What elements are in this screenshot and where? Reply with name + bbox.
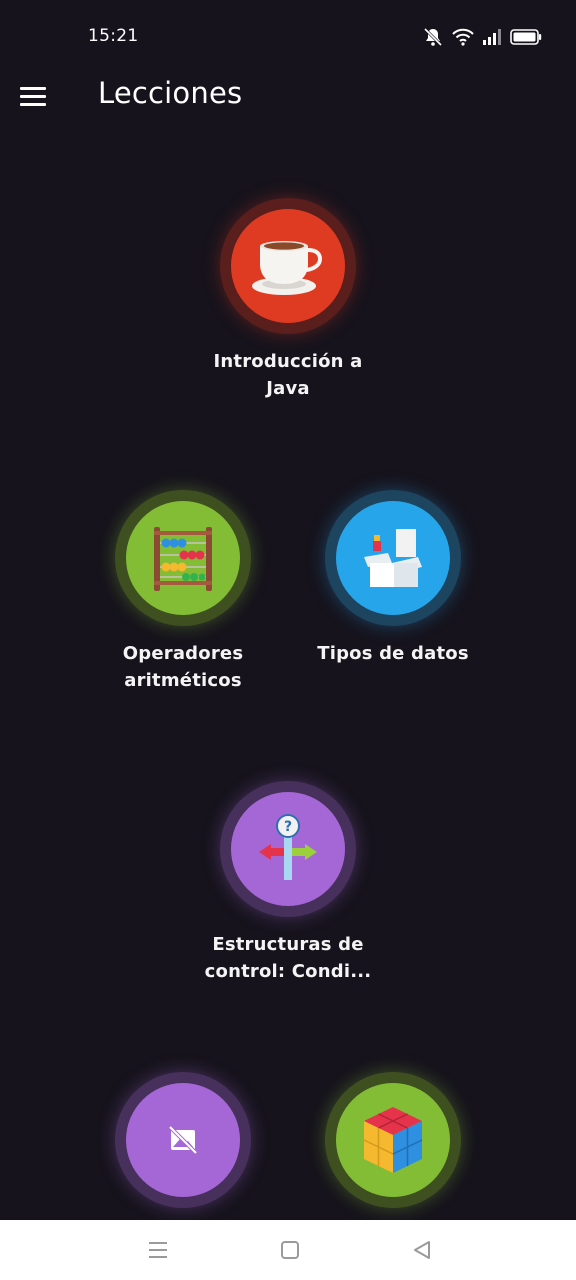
status-bar: 15:21 [0, 0, 576, 72]
abacus-icon [154, 527, 212, 591]
lesson-label-line2: Java [266, 378, 310, 399]
lesson-operadores-aritmeticos[interactable]: Operadores aritméticos [78, 490, 288, 694]
menu-line [20, 86, 46, 90]
lesson-circle [126, 501, 240, 615]
lessons-screen: 15:21 Lecciones Introducción a Java Oper… [0, 0, 576, 1280]
menu-line [20, 94, 46, 98]
image-off-icon [168, 1125, 198, 1155]
lesson-ring [220, 198, 356, 334]
wifi-icon [452, 28, 474, 46]
lesson-label-line1: Estructuras de [212, 934, 364, 955]
hamburger-menu-icon[interactable] [20, 78, 56, 114]
system-nav-bar [0, 1220, 576, 1280]
lesson-label: Tipos de datos [288, 640, 498, 667]
open-box-icon [364, 529, 422, 587]
app-bar: Lecciones [0, 72, 576, 124]
svg-text:?: ? [284, 819, 292, 835]
lesson-label-line1: Introducción a [213, 351, 363, 372]
lesson-label-line2: control: Condi... [204, 961, 372, 982]
lesson-ring [325, 1072, 461, 1208]
lesson-label: Estructuras de control: Condi... [183, 931, 393, 985]
status-time: 15:21 [88, 26, 139, 46]
lesson-circle [336, 1083, 450, 1197]
recents-icon[interactable] [146, 1238, 170, 1262]
lesson-tipos-de-datos[interactable]: Tipos de datos [288, 490, 498, 667]
lesson-circle [126, 1083, 240, 1197]
signal-icon [483, 29, 501, 45]
lesson-label: Operadores aritméticos [78, 640, 288, 694]
lesson-label: Introducción a Java [183, 348, 393, 402]
lesson-introduccion-java[interactable]: Introducción a Java [183, 198, 393, 402]
signpost-question-icon: ? [259, 814, 317, 880]
status-icons [422, 26, 542, 48]
coffee-cup-icon [252, 241, 323, 295]
lesson-item-5[interactable] [78, 1072, 288, 1222]
lesson-label-line1: Tipos de datos [317, 643, 469, 664]
lesson-circle [231, 209, 345, 323]
lesson-circle [336, 501, 450, 615]
lesson-item-6[interactable] [288, 1072, 498, 1222]
lesson-ring [115, 1072, 251, 1208]
lesson-ring [325, 490, 461, 626]
lesson-ring: ? [220, 781, 356, 917]
back-icon[interactable] [410, 1238, 434, 1262]
lesson-circle: ? [231, 792, 345, 906]
lesson-label-line1: Operadores [122, 643, 244, 664]
menu-line [20, 102, 46, 106]
lesson-ring [115, 490, 251, 626]
page-title: Lecciones [98, 76, 243, 110]
rubik-cube-icon [363, 1107, 423, 1173]
lesson-estructuras-de-control[interactable]: ? Estructuras de control: Condi... [183, 781, 393, 985]
battery-icon [510, 29, 542, 45]
home-icon[interactable] [278, 1238, 302, 1262]
lesson-label-line2: aritméticos [124, 670, 242, 691]
mute-icon [423, 27, 443, 47]
